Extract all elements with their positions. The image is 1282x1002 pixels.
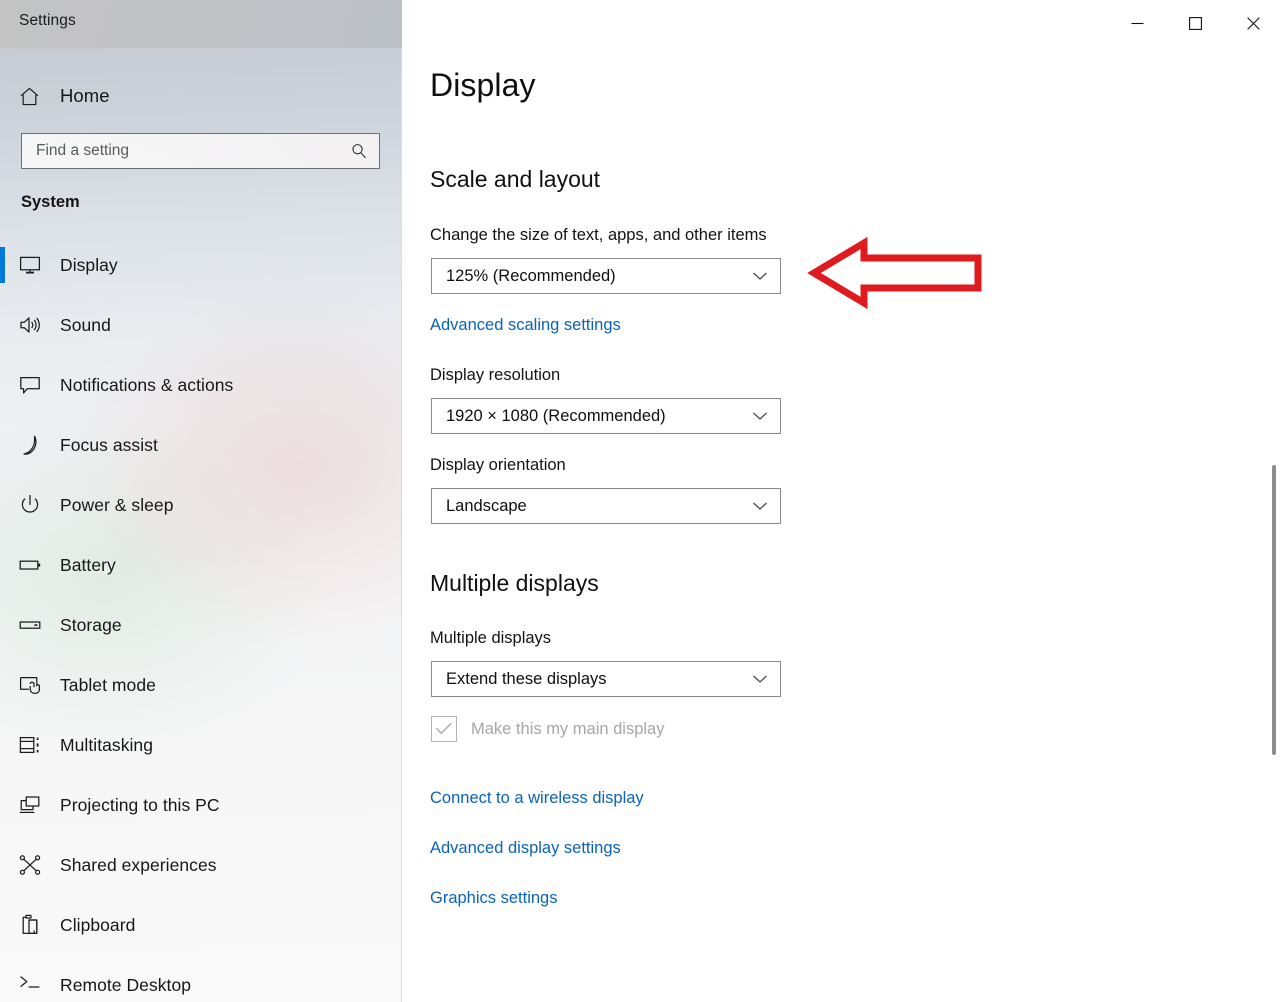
chevron-down-icon — [752, 271, 768, 281]
sidebar-item-power-sleep[interactable]: Power & sleep — [0, 475, 402, 535]
scale-dropdown[interactable]: 125% (Recommended) — [431, 258, 781, 294]
tablet-icon — [18, 670, 48, 700]
link-graphics-settings[interactable]: Graphics settings — [430, 889, 557, 908]
multiple-displays-dropdown[interactable]: Extend these displays — [431, 661, 781, 697]
monitor-icon — [18, 250, 48, 280]
page-title: Display — [430, 67, 536, 103]
search-icon — [352, 144, 366, 159]
sidebar-group-title: System — [21, 193, 80, 211]
sidebar-item-tablet-mode[interactable]: Tablet mode — [0, 655, 402, 715]
sidebar-nav-list: Display Sound Notifications & actions Focus… — [0, 235, 402, 1002]
moon-icon — [18, 430, 48, 460]
minimize-icon — [1131, 22, 1143, 25]
multiple-displays-dropdown-value: Extend these displays — [446, 669, 607, 688]
sidebar-item-label: Notifications & actions — [60, 374, 234, 395]
sidebar-item-remote-desktop[interactable]: Remote Desktop — [0, 955, 402, 1002]
label-change-size: Change the size of text, apps, and other… — [430, 226, 767, 244]
search-button[interactable] — [339, 134, 379, 168]
sidebar-item-projecting-to-this-pc[interactable]: Projecting to this PC — [0, 775, 402, 835]
chevron-down-icon — [752, 674, 768, 684]
sidebar-item-label: Battery — [60, 554, 116, 575]
sidebar-item-shared-experiences[interactable]: Shared experiences — [0, 835, 402, 895]
sidebar-item-label: Projecting to this PC — [60, 794, 220, 815]
sidebar-item-clipboard[interactable]: Clipboard — [0, 895, 402, 955]
sidebar-item-label: Focus assist — [60, 434, 158, 455]
sidebar-item-notifications-actions[interactable]: Notifications & actions — [0, 355, 402, 415]
sidebar-item-multitasking[interactable]: Multitasking — [0, 715, 402, 775]
sidebar-item-label: Display — [60, 254, 118, 275]
sidebar-item-label: Remote Desktop — [60, 974, 192, 995]
minimize-button[interactable] — [1108, 0, 1166, 47]
close-button[interactable] — [1224, 0, 1282, 47]
sidebar: Home System Display Sound Notifications & … — [0, 48, 402, 1002]
chevron-down-icon — [752, 501, 768, 511]
scrollbar-thumb[interactable] — [1272, 465, 1276, 755]
label-display-orientation: Display orientation — [430, 456, 566, 474]
notification-icon — [18, 370, 48, 400]
sidebar-item-label: Multitasking — [60, 734, 153, 755]
speaker-icon — [18, 310, 48, 340]
resolution-dropdown-value: 1920 × 1080 (Recommended) — [446, 406, 666, 425]
main-content: Display Scale and layout Change the size… — [402, 48, 1282, 1002]
share-icon — [18, 850, 48, 880]
sidebar-item-storage[interactable]: Storage — [0, 595, 402, 655]
search-input[interactable] — [22, 134, 339, 168]
sidebar-item-focus-assist[interactable]: Focus assist — [0, 415, 402, 475]
orientation-dropdown[interactable]: Landscape — [431, 488, 781, 524]
remote-desktop-icon — [18, 970, 48, 1000]
sidebar-item-label: Shared experiences — [60, 854, 217, 875]
sidebar-item-label: Home — [60, 85, 110, 106]
link-advanced-scaling-settings[interactable]: Advanced scaling settings — [430, 316, 621, 335]
label-multiple-displays: Multiple displays — [430, 629, 552, 647]
clipboard-icon — [18, 910, 48, 940]
sidebar-item-label: Clipboard — [60, 914, 136, 935]
sidebar-item-label: Storage — [60, 614, 122, 635]
sidebar-divider — [401, 48, 402, 1002]
checkmark-icon — [435, 722, 452, 735]
home-icon — [18, 81, 48, 111]
label-display-resolution: Display resolution — [430, 366, 561, 384]
settings-window: Settings Home Find a setting System Disp… — [0, 0, 1282, 1002]
close-icon — [1246, 17, 1260, 30]
sidebar-item-label: Tablet mode — [60, 674, 156, 695]
link-connect-wireless-display[interactable]: Connect to a wireless display — [430, 789, 644, 808]
make-main-display-checkbox[interactable]: Make this my main display — [431, 716, 664, 742]
orientation-dropdown-value: Landscape — [446, 496, 527, 515]
checkbox-label: Make this my main display — [471, 719, 665, 738]
sidebar-item-label: Power & sleep — [60, 494, 174, 515]
vertical-scrollbar[interactable] — [1268, 48, 1282, 1002]
window-title: Settings — [19, 12, 76, 29]
battery-icon — [18, 550, 48, 580]
sidebar-item-label: Sound — [60, 314, 111, 335]
link-advanced-display-settings[interactable]: Advanced display settings — [430, 839, 621, 858]
section-heading-scale-and-layout: Scale and layout — [430, 166, 601, 192]
chevron-down-icon — [752, 411, 768, 421]
multitasking-icon — [18, 730, 48, 760]
title-bar: Settings — [0, 0, 1282, 48]
power-icon — [18, 490, 48, 520]
sidebar-item-battery[interactable]: Battery — [0, 535, 402, 595]
scale-dropdown-value: 125% (Recommended) — [446, 266, 616, 285]
sidebar-item-sound[interactable]: Sound — [0, 295, 402, 355]
sidebar-item-home[interactable]: Home — [0, 71, 402, 121]
section-heading-multiple-displays: Multiple displays — [430, 570, 599, 596]
storage-icon — [18, 610, 48, 640]
search-box[interactable] — [21, 133, 380, 169]
maximize-icon — [1188, 17, 1202, 30]
maximize-button[interactable] — [1166, 0, 1224, 47]
resolution-dropdown[interactable]: 1920 × 1080 (Recommended) — [431, 398, 781, 434]
sidebar-item-display[interactable]: Display — [0, 235, 402, 295]
checkbox-box — [431, 716, 457, 742]
projecting-icon — [18, 790, 48, 820]
